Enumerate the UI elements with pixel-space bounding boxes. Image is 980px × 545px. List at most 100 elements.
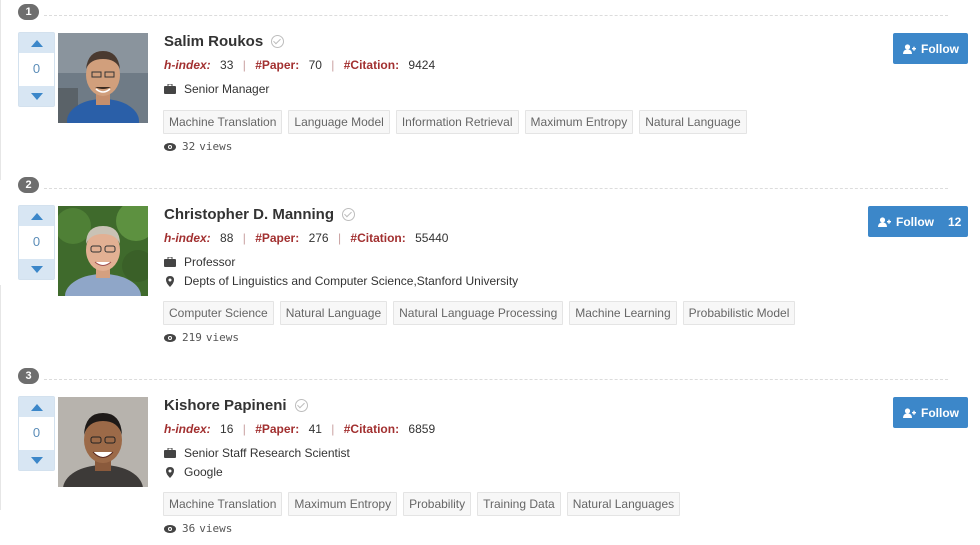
stat-divider: | <box>242 58 246 72</box>
stats-line: h-index: 16 | #Paper: 41 | #Citation: 68… <box>164 422 435 436</box>
position-text: Senior Staff Research Scientist <box>184 446 350 460</box>
downvote-button[interactable] <box>19 450 54 470</box>
interest-tag[interactable]: Maximum Entropy <box>524 110 634 134</box>
follower-count: 12 <box>948 214 962 229</box>
position-line: Professor <box>164 255 235 269</box>
follow-button[interactable]: Follow <box>893 33 968 64</box>
affiliation-line: Google <box>164 465 223 479</box>
views-line: 32 views <box>164 140 232 153</box>
tag-list: Computer Science Natural Language Natura… <box>163 301 801 325</box>
affiliation-line: Depts of Linguistics and Computer Scienc… <box>164 274 518 288</box>
expert-card: 2 0 Christopher D. Manning h-index: 88 |… <box>0 173 980 363</box>
triangle-up-icon <box>30 403 43 411</box>
vote-widget: 0 <box>18 396 55 471</box>
follow-label: Follow <box>896 214 934 229</box>
views-suffix: views <box>205 331 239 344</box>
vote-count: 0 <box>32 234 41 249</box>
paper-count: 41 <box>308 422 322 436</box>
stats-line: h-index: 33 | #Paper: 70 | #Citation: 94… <box>164 58 435 72</box>
expert-name-text[interactable]: Christopher D. Manning <box>164 206 334 223</box>
expert-name-text[interactable]: Salim Roukos <box>164 33 263 50</box>
vote-widget: 0 <box>18 32 55 107</box>
interest-tag[interactable]: Natural Language <box>279 301 388 325</box>
triangle-up-icon <box>30 39 43 47</box>
vote-count: 0 <box>32 425 41 440</box>
tag-list: Machine Translation Maximum Entropy Prob… <box>163 492 686 516</box>
separator <box>44 15 948 16</box>
views-count: 36 <box>182 522 196 535</box>
verified-icon <box>294 399 308 412</box>
hindex-label: h-index: <box>164 58 211 72</box>
map-marker-icon <box>164 275 176 287</box>
views-line: 36 views <box>164 522 232 535</box>
expert-name[interactable]: Christopher D. Manning <box>164 206 355 223</box>
interest-tag[interactable]: Information Retrieval <box>395 110 519 134</box>
vote-widget: 0 <box>18 205 55 280</box>
follow-button[interactable]: Follow <box>893 397 968 428</box>
hindex-label: h-index: <box>164 231 211 245</box>
interest-tag[interactable]: Probability <box>403 492 472 516</box>
interest-tag[interactable]: Machine Translation <box>163 110 283 134</box>
interest-tag[interactable]: Natural Language Processing <box>393 301 564 325</box>
paper-count: 70 <box>308 58 322 72</box>
citation-count: 9424 <box>408 58 436 72</box>
upvote-button[interactable] <box>19 206 54 226</box>
avatar[interactable] <box>58 33 148 123</box>
views-count: 219 <box>182 331 202 344</box>
position-line: Senior Manager <box>164 82 269 96</box>
downvote-button[interactable] <box>19 86 54 106</box>
expert-name-text[interactable]: Kishore Papineni <box>164 397 287 414</box>
paper-count: 276 <box>308 231 329 245</box>
affiliation-text: Depts of Linguistics and Computer Scienc… <box>184 274 519 288</box>
expert-name[interactable]: Salim Roukos <box>164 33 285 50</box>
rank-badge: 3 <box>18 368 39 384</box>
expert-name[interactable]: Kishore Papineni <box>164 397 308 414</box>
follow-button[interactable]: Follow 12 <box>868 206 968 237</box>
verified-icon <box>271 35 285 48</box>
hindex-value: 16 <box>220 422 234 436</box>
triangle-down-icon <box>30 265 43 273</box>
stat-divider: | <box>337 231 342 245</box>
triangle-down-icon <box>30 456 43 464</box>
interest-tag[interactable]: Training Data <box>477 492 561 516</box>
rank-badge: 2 <box>18 177 39 193</box>
user-plus-icon <box>903 43 916 54</box>
paper-label: #Paper: <box>255 231 300 245</box>
hindex-value: 88 <box>220 231 234 245</box>
interest-tag[interactable]: Machine Translation <box>163 492 283 516</box>
downvote-button[interactable] <box>19 259 54 279</box>
expert-card: 3 0 Kishore Papineni h-index: 16 | #Pape… <box>0 364 980 545</box>
user-plus-icon <box>878 216 891 227</box>
stat-divider: | <box>331 58 335 72</box>
interest-tag[interactable]: Probabilistic Model <box>682 301 796 325</box>
avatar[interactable] <box>58 206 148 296</box>
position-text: Professor <box>184 255 236 269</box>
separator <box>44 379 948 380</box>
citation-count: 6859 <box>408 422 436 436</box>
citation-count: 55440 <box>415 231 449 245</box>
views-suffix: views <box>199 522 233 535</box>
stat-divider: | <box>331 422 335 436</box>
triangle-up-icon <box>30 212 43 220</box>
briefcase-icon <box>164 447 176 459</box>
expert-card: 1 0 Salim Roukos h-index: 33 | #Paper: 7… <box>0 0 980 175</box>
map-marker-icon <box>164 466 176 478</box>
upvote-button[interactable] <box>19 33 54 53</box>
hindex-value: 33 <box>220 58 234 72</box>
position-line: Senior Staff Research Scientist <box>164 446 350 460</box>
interest-tag[interactable]: Computer Science <box>163 301 274 325</box>
interest-tag[interactable]: Maximum Entropy <box>288 492 398 516</box>
interest-tag[interactable]: Natural Languages <box>566 492 681 516</box>
interest-tag[interactable]: Natural Language <box>639 110 747 134</box>
views-count: 32 <box>182 140 196 153</box>
user-plus-icon <box>903 407 916 418</box>
interest-tag[interactable]: Language Model <box>288 110 390 134</box>
verified-icon <box>342 208 355 221</box>
separator <box>44 188 948 189</box>
tag-list: Machine Translation Language Model Infor… <box>163 110 753 134</box>
upvote-button[interactable] <box>19 397 54 417</box>
avatar[interactable] <box>58 397 148 487</box>
affiliation-text: Google <box>184 465 223 479</box>
interest-tag[interactable]: Machine Learning <box>569 301 677 325</box>
eye-icon <box>164 142 176 151</box>
